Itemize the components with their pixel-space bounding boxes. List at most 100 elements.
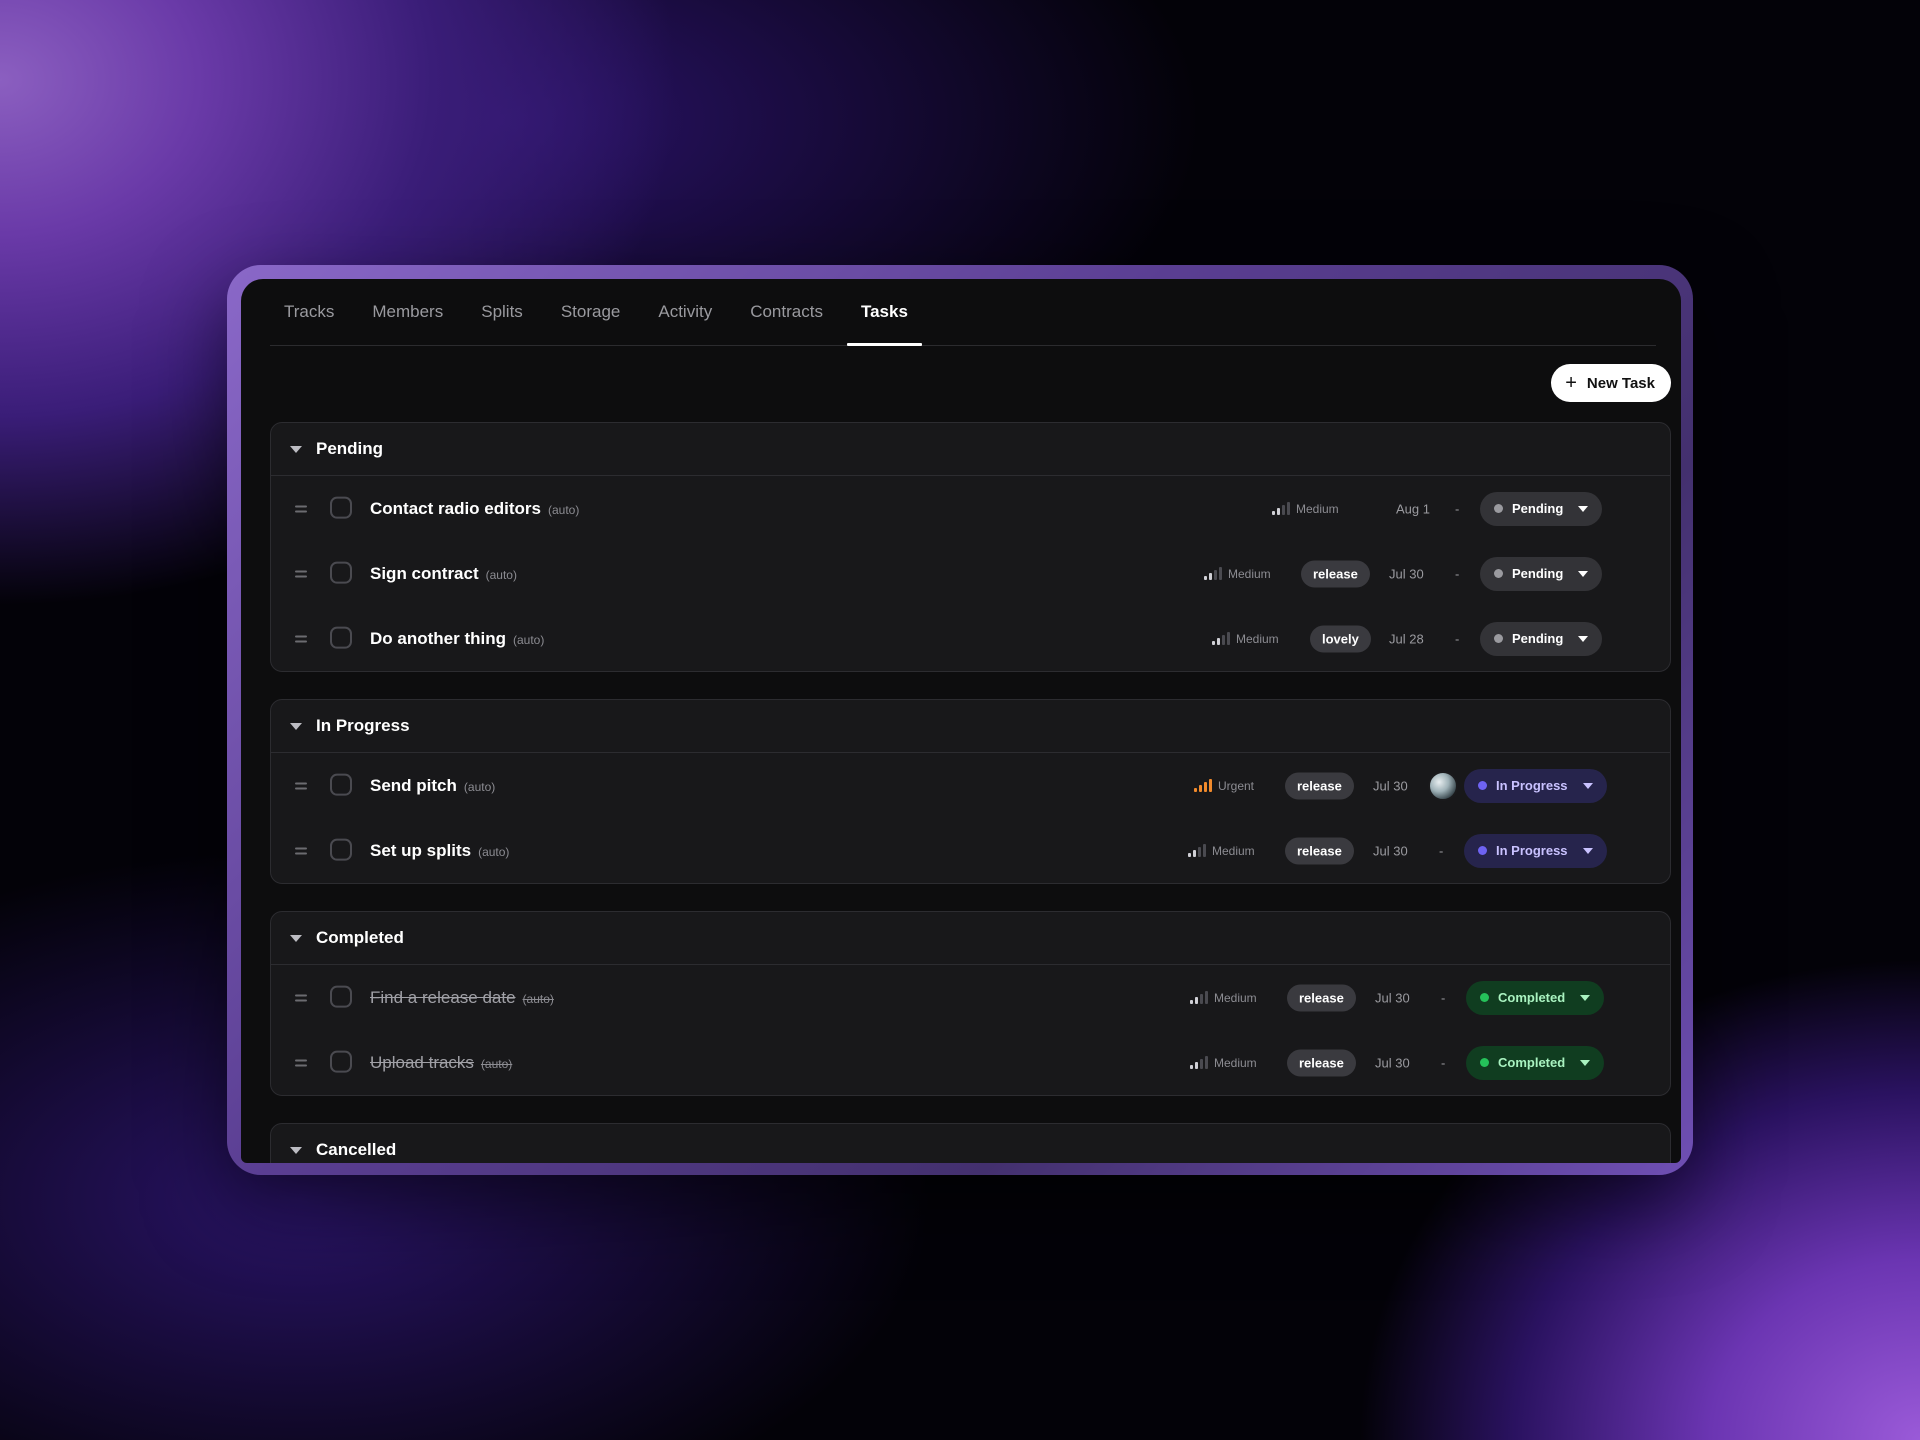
group-header[interactable]: Completed <box>271 912 1670 965</box>
avatar[interactable] <box>1428 770 1458 801</box>
priority-label: Medium <box>1214 1055 1257 1070</box>
task-checkbox[interactable] <box>330 626 352 649</box>
caret-down-icon[interactable] <box>290 1146 302 1154</box>
status-label: Completed <box>1498 1055 1566 1070</box>
task-row[interactable]: Do another thing (auto) Medium lovely Ju… <box>271 606 1670 671</box>
status-dropdown[interactable]: Completed <box>1466 980 1605 1015</box>
priority[interactable]: Medium <box>1190 1055 1257 1070</box>
status-dropdown[interactable]: Pending <box>1480 491 1603 526</box>
task-row[interactable]: Sign contract (auto) Medium release Jul … <box>271 541 1670 606</box>
priority-label: Medium <box>1236 631 1279 646</box>
priority[interactable]: Medium <box>1204 566 1271 581</box>
caret-down-icon[interactable] <box>290 722 302 730</box>
status-dot-icon <box>1480 1058 1489 1067</box>
drag-handle-icon[interactable] <box>295 502 307 515</box>
group-header[interactable]: Cancelled <box>271 1124 1670 1163</box>
task-checkbox[interactable] <box>330 773 352 796</box>
priority-label: Medium <box>1296 501 1339 516</box>
priority[interactable]: Medium <box>1272 501 1339 516</box>
priority-bars-icon <box>1204 566 1222 580</box>
task-checkbox[interactable] <box>330 496 352 519</box>
tab-members[interactable]: Members <box>358 279 457 345</box>
tag-badge[interactable]: release <box>1287 984 1356 1011</box>
tag-badge[interactable]: release <box>1287 1049 1356 1076</box>
task-row[interactable]: Send pitch (auto) Urgent release Jul 30 … <box>271 753 1670 818</box>
due-date[interactable]: Jul 30 <box>1375 1055 1410 1070</box>
drag-handle-icon[interactable] <box>295 632 307 645</box>
tab-contracts[interactable]: Contracts <box>736 279 837 345</box>
due-date[interactable]: Jul 28 <box>1389 631 1424 646</box>
priority[interactable]: Medium <box>1188 843 1255 858</box>
task-title[interactable]: Contact radio editors <box>370 499 541 519</box>
drag-handle-icon[interactable] <box>295 779 307 792</box>
assignee-empty[interactable]: - <box>1441 990 1445 1005</box>
app-screen: Tracks Members Splits Storage Activity C… <box>241 279 1681 1163</box>
task-row[interactable]: Upload tracks (auto) Medium release Jul … <box>271 1030 1670 1095</box>
status-dropdown[interactable]: In Progress <box>1464 768 1607 803</box>
drag-handle-icon[interactable] <box>295 567 307 580</box>
status-dropdown[interactable]: In Progress <box>1464 833 1607 868</box>
task-checkbox[interactable] <box>330 1050 352 1073</box>
drag-handle-icon[interactable] <box>295 1056 307 1069</box>
priority-bars-icon <box>1190 1055 1208 1069</box>
tab-splits[interactable]: Splits <box>467 279 537 345</box>
status-dropdown[interactable]: Pending <box>1480 621 1603 656</box>
status-dropdown[interactable]: Completed <box>1466 1045 1605 1080</box>
priority-label: Urgent <box>1218 778 1255 793</box>
task-title[interactable]: Send pitch <box>370 776 457 796</box>
drag-handle-icon[interactable] <box>295 844 307 857</box>
tag-badge[interactable]: lovely <box>1310 625 1371 652</box>
due-date[interactable]: Jul 30 <box>1375 990 1410 1005</box>
task-title[interactable]: Upload tracks <box>370 1053 474 1073</box>
due-date[interactable]: Jul 30 <box>1373 778 1408 793</box>
priority[interactable]: Medium <box>1190 990 1257 1005</box>
task-row[interactable]: Contact radio editors (auto) Medium Aug … <box>271 476 1670 541</box>
group-cancelled: Cancelled <box>270 1123 1671 1163</box>
status-dot-icon <box>1478 781 1487 790</box>
status-label: Pending <box>1512 631 1564 646</box>
task-title[interactable]: Set up splits <box>370 841 471 861</box>
due-date[interactable]: Aug 1 <box>1396 501 1430 516</box>
assignee-empty[interactable]: - <box>1439 843 1443 858</box>
group-in-progress: In Progress Send pitch (auto) Urgent rel… <box>270 699 1671 884</box>
group-header[interactable]: Pending <box>271 423 1670 476</box>
task-row[interactable]: Set up splits (auto) Medium release Jul … <box>271 818 1670 883</box>
tab-storage[interactable]: Storage <box>547 279 635 345</box>
tab-tracks[interactable]: Tracks <box>270 279 348 345</box>
tag-badge[interactable]: release <box>1301 560 1370 587</box>
auto-label: (auto) <box>485 567 517 582</box>
priority[interactable]: Urgent <box>1194 778 1255 793</box>
task-checkbox[interactable] <box>330 561 352 584</box>
drag-handle-icon[interactable] <box>295 991 307 1004</box>
task-title[interactable]: Find a release date <box>370 988 516 1008</box>
priority[interactable]: Medium <box>1212 631 1279 646</box>
task-row[interactable]: Find a release date (auto) Medium releas… <box>271 965 1670 1030</box>
task-title[interactable]: Do another thing <box>370 629 506 649</box>
task-checkbox[interactable] <box>330 985 352 1008</box>
status-label: In Progress <box>1496 843 1568 858</box>
caret-down-icon[interactable] <box>290 934 302 942</box>
tab-tasks[interactable]: Tasks <box>846 279 922 346</box>
priority-bars-icon <box>1190 990 1208 1004</box>
status-dot-icon <box>1494 634 1503 643</box>
priority-bars-icon <box>1212 631 1230 645</box>
tag-badge[interactable]: release <box>1285 837 1354 864</box>
status-dropdown[interactable]: Pending <box>1480 556 1603 591</box>
due-date[interactable]: Jul 30 <box>1389 566 1424 581</box>
assignee-empty[interactable]: - <box>1455 566 1459 581</box>
group-header[interactable]: In Progress <box>271 700 1670 753</box>
task-title[interactable]: Sign contract <box>370 564 479 584</box>
chevron-down-icon <box>1580 994 1591 1001</box>
auto-label: (auto) <box>478 844 510 859</box>
caret-down-icon[interactable] <box>290 445 302 453</box>
new-task-button[interactable]: + New Task <box>1551 364 1671 402</box>
task-checkbox[interactable] <box>330 838 352 861</box>
status-dot-icon <box>1494 504 1503 513</box>
assignee-empty[interactable]: - <box>1441 1055 1445 1070</box>
assignee-empty[interactable]: - <box>1455 631 1459 646</box>
tab-activity[interactable]: Activity <box>644 279 726 345</box>
auto-label: (auto) <box>463 779 496 794</box>
tag-badge[interactable]: release <box>1285 772 1354 799</box>
due-date[interactable]: Jul 30 <box>1373 843 1408 858</box>
assignee-empty[interactable]: - <box>1455 501 1459 516</box>
